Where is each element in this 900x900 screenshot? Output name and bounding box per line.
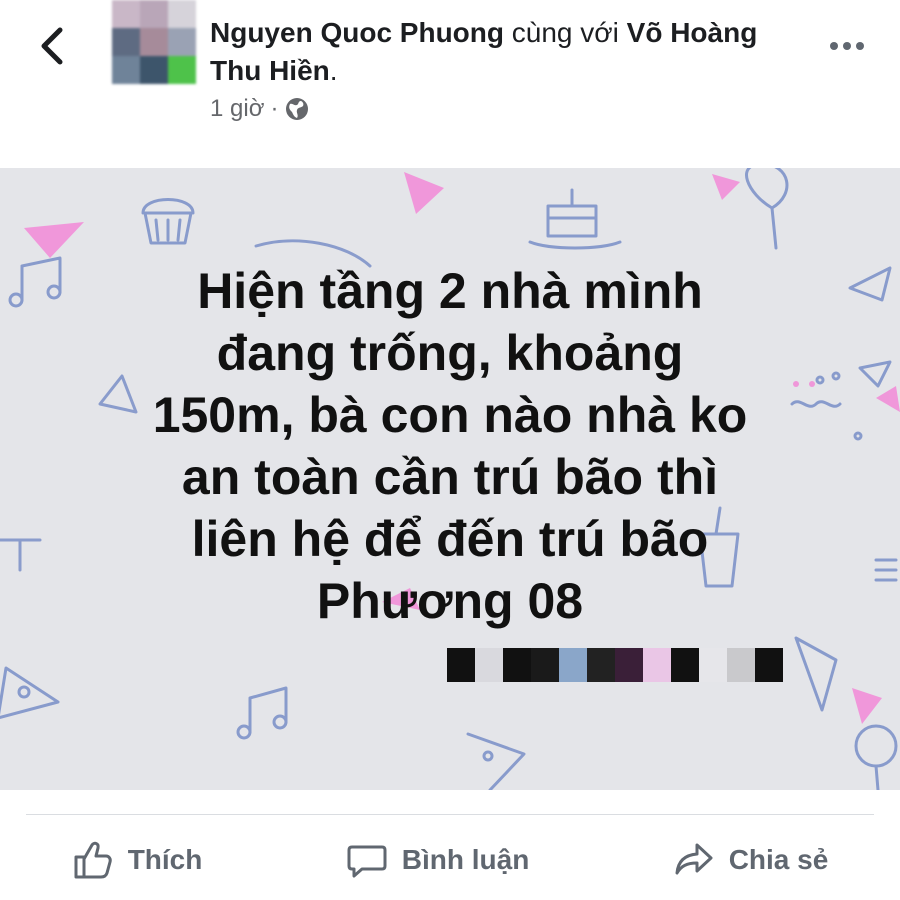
post-text-background: Hiện tầng 2 nhà mình đang trống, khoảng …: [0, 168, 900, 790]
author-name-link[interactable]: Nguyen Quoc Phuong: [210, 17, 504, 48]
share-arrow-icon: [675, 843, 713, 875]
globe-icon[interactable]: [284, 96, 310, 122]
post-text: Hiện tầng 2 nhà mình đang trống, khoảng …: [152, 263, 748, 629]
more-dot-icon: [856, 42, 864, 50]
action-divider: [26, 814, 874, 815]
meta-separator: ·: [270, 95, 279, 122]
comment-label: Bình luận: [401, 844, 530, 875]
thumbs-up-icon: [74, 841, 112, 879]
post-author-line: Nguyen Quoc Phuong cùng với Võ Hoàng Thu…: [210, 14, 770, 90]
post-actions: Thích Bình luận Chia sẻ: [0, 828, 900, 892]
more-dot-icon: [830, 42, 838, 50]
post-header: Nguyen Quoc Phuong cùng với Võ Hoàng Thu…: [0, 0, 900, 165]
more-dot-icon: [843, 42, 851, 50]
more-options-button[interactable]: [822, 28, 872, 64]
with-text: cùng với: [504, 17, 627, 48]
like-label: Thích: [127, 844, 203, 875]
comment-bubble-icon: [347, 845, 387, 878]
author-avatar[interactable]: [112, 0, 196, 84]
post-meta: 1 giờ ·: [210, 92, 310, 126]
share-button[interactable]: Chia sẻ: [673, 839, 829, 881]
post-time[interactable]: 1 giờ: [210, 95, 264, 123]
period: .: [329, 55, 338, 86]
redacted-phone-number: [447, 648, 783, 682]
chevron-left-icon: [41, 27, 63, 65]
comment-button[interactable]: Bình luận: [346, 839, 530, 881]
back-button[interactable]: [28, 22, 76, 70]
share-label: Chia sẻ: [728, 844, 829, 875]
like-button[interactable]: Thích: [72, 839, 203, 881]
